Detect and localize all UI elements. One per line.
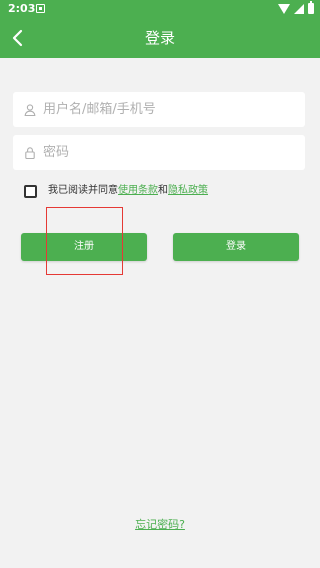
login-button[interactable]: 登录 xyxy=(173,233,299,261)
wifi-icon xyxy=(278,3,290,14)
username-input[interactable] xyxy=(43,92,305,127)
password-field[interactable] xyxy=(13,135,305,170)
lock-icon xyxy=(25,146,35,159)
agreement-prefix: 我已阅读并同意 xyxy=(48,185,118,196)
register-button[interactable]: 注册 xyxy=(21,233,147,261)
status-time: 2:03 xyxy=(8,2,36,15)
username-field[interactable] xyxy=(13,92,305,127)
password-input[interactable] xyxy=(43,135,305,170)
user-icon xyxy=(24,103,36,116)
signal-icon xyxy=(294,3,304,14)
terms-link[interactable]: 使用条款 xyxy=(118,185,158,196)
status-bar: 2:03 xyxy=(0,0,320,18)
status-icons xyxy=(278,1,314,14)
privacy-link[interactable]: 隐私政策 xyxy=(168,185,208,196)
notification-icon xyxy=(36,4,45,13)
title-bar: 登录 xyxy=(0,18,320,58)
agreement-row: 我已阅读并同意使用条款和隐私政策 xyxy=(24,182,208,200)
forgot-password-link[interactable]: 忘记密码? xyxy=(0,516,320,532)
agreement-conjunction: 和 xyxy=(158,185,168,196)
battery-icon xyxy=(308,1,314,14)
agreement-checkbox[interactable] xyxy=(24,184,37,198)
agreement-text: 我已阅读并同意使用条款和隐私政策 xyxy=(48,182,208,200)
page-title: 登录 xyxy=(144,29,175,47)
